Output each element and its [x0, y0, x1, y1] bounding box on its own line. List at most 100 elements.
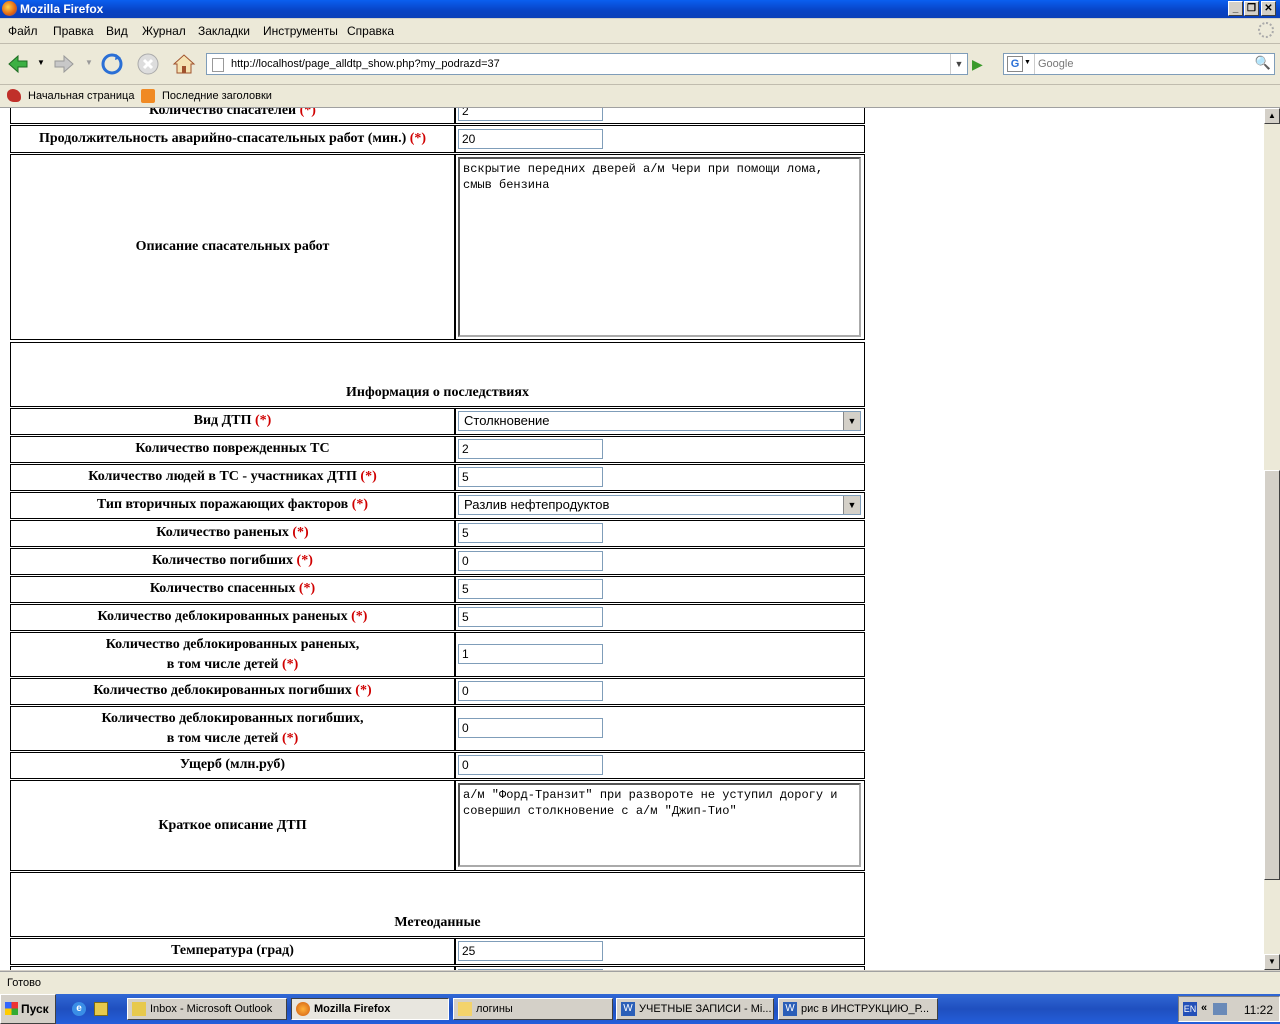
search-input[interactable]: Google: [1038, 58, 1073, 70]
internet-explorer-icon[interactable]: e: [72, 1002, 86, 1016]
throbber-icon: [1258, 22, 1274, 38]
rescuers-count-label: Количество спасателей (*): [149, 108, 316, 118]
menu-view[interactable]: Вид: [106, 24, 128, 38]
maximize-button[interactable]: ❐: [1244, 1, 1259, 16]
navigation-toolbar: ▼ ▼ http://localhost/page_alldtp_show.ph…: [0, 44, 1280, 85]
unblocked-wounded-label: Количество деблокированных раненых (*): [97, 609, 368, 624]
home-icon[interactable]: [172, 52, 196, 76]
short-description-textarea[interactable]: а/м "Форд-Транзит" при развороте не усту…: [458, 783, 861, 867]
windows-logo-icon: [5, 1002, 18, 1015]
task-folder[interactable]: логины: [453, 998, 613, 1020]
task-outlook[interactable]: Inbox - Microsoft Outlook: [127, 998, 287, 1020]
status-text: Готово: [7, 977, 41, 989]
outlook-quicklaunch-icon[interactable]: [94, 1002, 108, 1016]
damage-input[interactable]: 0: [458, 755, 603, 775]
rss-icon: [141, 89, 155, 103]
firefox-icon: [296, 1002, 310, 1016]
wounded-input[interactable]: 5: [458, 523, 603, 543]
close-button[interactable]: ✕: [1261, 1, 1276, 16]
label-cell: [10, 966, 455, 970]
dead-input[interactable]: 0: [458, 551, 603, 571]
unblocked-wounded-children-input[interactable]: 1: [458, 644, 603, 664]
outlook-icon: [132, 1002, 146, 1016]
task-firefox[interactable]: Mozilla Firefox: [291, 998, 449, 1020]
google-icon: G: [1007, 56, 1023, 72]
menu-file[interactable]: Файл: [8, 24, 38, 38]
rescuers-count-input[interactable]: 2: [458, 108, 603, 121]
menu-help[interactable]: Справка: [347, 24, 394, 38]
damaged-vehicles-input[interactable]: 2: [458, 439, 603, 459]
menu-bar: Файл Правка Вид Журнал Закладки Инструме…: [0, 19, 1280, 44]
unblocked-wounded-children-label: Количество деблокированных раненых, в то…: [105, 636, 360, 672]
url-text[interactable]: http://localhost/page_alldtp_show.php?my…: [231, 58, 500, 70]
language-indicator[interactable]: EN: [1183, 1002, 1197, 1016]
bookmark-home[interactable]: Начальная страница: [28, 90, 134, 102]
rescued-input[interactable]: 5: [458, 579, 603, 599]
damaged-vehicles-label: Количество поврежденных ТС: [135, 441, 330, 456]
clock: 11:22: [1243, 1003, 1273, 1017]
unblocked-wounded-input[interactable]: 5: [458, 607, 603, 627]
start-button[interactable]: Пуск: [0, 994, 56, 1024]
section-weather-heading: Метеоданные: [394, 915, 481, 930]
go-icon[interactable]: ▶: [972, 56, 988, 72]
minimize-button[interactable]: _: [1228, 1, 1243, 16]
word-icon: W: [783, 1002, 797, 1016]
unblocked-dead-input[interactable]: 0: [458, 681, 603, 701]
page-content: Количество спасателей (*) 2 Продолжитель…: [0, 108, 1264, 970]
chevron-down-icon[interactable]: ▼: [843, 496, 860, 514]
dtp-type-select[interactable]: Столкновение ▼: [458, 411, 861, 431]
chevron-down-icon[interactable]: ▼: [843, 412, 860, 430]
network-icon[interactable]: [1213, 1003, 1227, 1015]
firefox-icon: [2, 1, 17, 16]
forward-history-dropdown[interactable]: ▼: [85, 58, 93, 67]
secondary-factors-select[interactable]: Разлив нефтепродуктов ▼: [458, 495, 861, 515]
stop-icon[interactable]: [136, 52, 160, 76]
scrollbar-thumb[interactable]: [1264, 470, 1280, 880]
unblocked-dead-children-input[interactable]: 0: [458, 718, 603, 738]
scroll-down-icon[interactable]: ▼: [1264, 954, 1280, 970]
rescue-description-label: Описание спасательных работ: [135, 239, 330, 254]
bookmark-latest-headlines[interactable]: Последние заголовки: [162, 90, 272, 102]
page-icon: [212, 58, 224, 72]
search-icon[interactable]: 🔍: [1254, 55, 1272, 73]
reload-icon[interactable]: [100, 52, 124, 76]
scroll-up-icon[interactable]: ▲: [1264, 108, 1280, 124]
rescue-duration-label: Продолжительность аварийно-спасательных …: [38, 131, 427, 146]
menu-history[interactable]: Журнал: [142, 24, 186, 38]
word-icon: W: [621, 1002, 635, 1016]
status-bar: Готово: [0, 971, 1280, 994]
url-dropdown-icon[interactable]: ▼: [950, 54, 967, 74]
menu-edit[interactable]: Правка: [53, 24, 94, 38]
search-bar[interactable]: G ▼ Google 🔍: [1003, 53, 1275, 75]
show-hidden-icons-button[interactable]: «: [1201, 1002, 1207, 1014]
back-icon[interactable]: [6, 52, 30, 76]
task-word-accounts[interactable]: W УЧЕТНЫЕ ЗАПИСИ - Mi...: [616, 998, 774, 1020]
taskbar: Пуск e Inbox - Microsoft Outlook Mozilla…: [0, 994, 1280, 1024]
firefox-bookmark-icon: [7, 89, 21, 102]
dtp-type-label: Вид ДТП (*): [193, 413, 272, 428]
menu-tools[interactable]: Инструменты: [263, 24, 338, 38]
temperature-input[interactable]: 25: [458, 941, 603, 961]
forward-icon[interactable]: [52, 52, 76, 76]
secondary-factors-label: Тип вторичных поражающих факторов (*): [96, 497, 369, 512]
system-tray: EN « 11:22: [1178, 996, 1280, 1022]
menu-bookmarks[interactable]: Закладки: [198, 24, 250, 38]
bookmarks-toolbar: Начальная страница Последние заголовки: [0, 85, 1280, 108]
rescue-description-textarea[interactable]: вскрытие передних дверей а/м Чери при по…: [458, 157, 861, 337]
next-row-input[interactable]: [458, 969, 603, 970]
task-word-instruction[interactable]: Wрис в ИНСТРУКЦИЮ_Р...: [778, 998, 938, 1020]
damage-label: Ущерб (млн.руб): [179, 757, 286, 772]
rescue-duration-input[interactable]: 20: [458, 129, 603, 149]
title-bar: Mozilla Firefox _ ❐ ✕: [0, 0, 1280, 18]
vertical-scrollbar[interactable]: ▲ ▼: [1264, 108, 1280, 970]
dead-label: Количество погибших (*): [152, 553, 313, 568]
url-bar[interactable]: http://localhost/page_alldtp_show.php?my…: [206, 53, 968, 75]
rescued-label: Количество спасенных (*): [149, 581, 316, 596]
folder-icon: [458, 1002, 472, 1016]
short-description-label: Краткое описание ДТП: [158, 817, 307, 833]
back-history-dropdown[interactable]: ▼: [37, 58, 45, 67]
temperature-label: Температура (град): [171, 943, 294, 958]
people-in-vehicles-input[interactable]: 5: [458, 467, 603, 487]
search-engine-button[interactable]: G ▼: [1004, 54, 1035, 74]
unblocked-dead-label: Количество деблокированных погибших (*): [93, 683, 372, 698]
